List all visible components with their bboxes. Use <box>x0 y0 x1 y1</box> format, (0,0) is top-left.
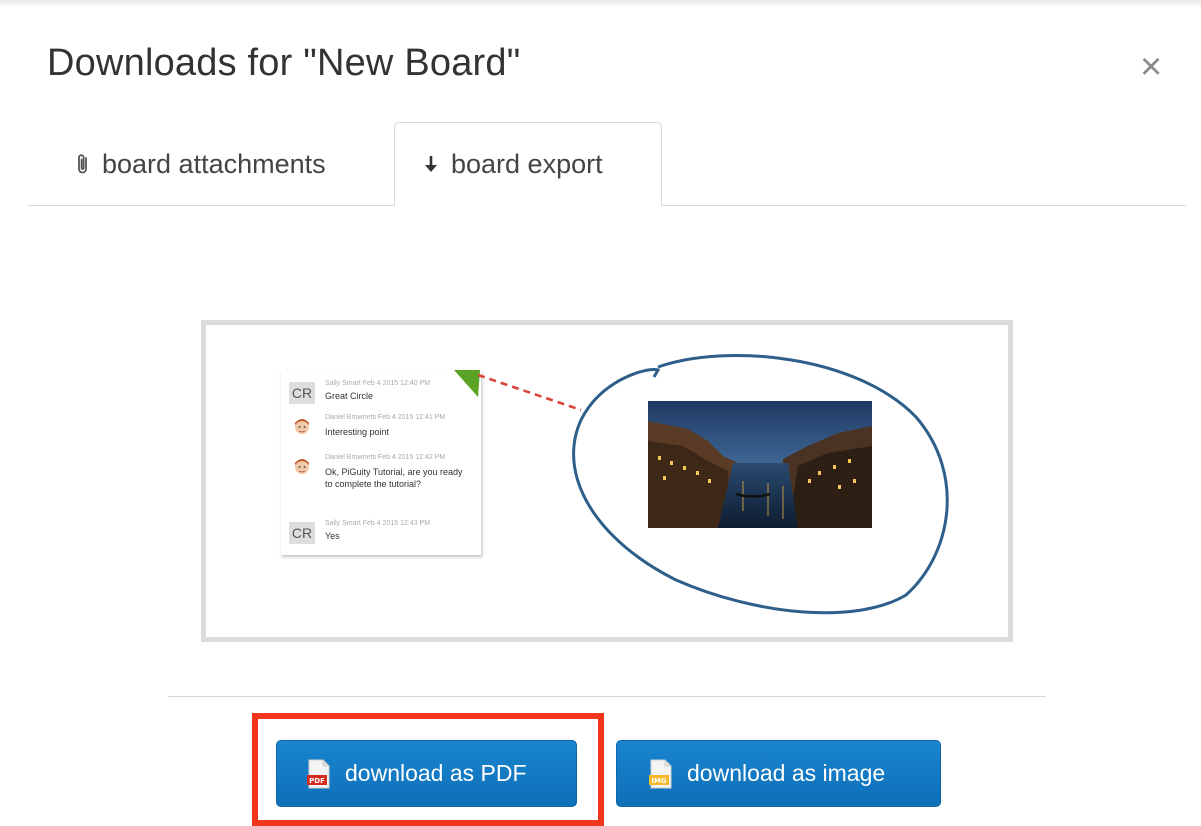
close-icon[interactable]: × <box>1140 48 1162 86</box>
section-divider <box>168 696 1046 697</box>
download-image-button[interactable]: IMG download as image <box>616 740 941 807</box>
tab-board-export[interactable]: board export <box>394 122 662 206</box>
tab-label: board attachments <box>102 148 326 179</box>
tab-label: board export <box>451 148 603 179</box>
window-top-edge <box>0 0 1201 8</box>
button-label: download as image <box>687 760 886 786</box>
dashed-connector <box>477 373 582 412</box>
annotation-highlight-box <box>252 713 604 826</box>
venice-photo <box>648 401 872 528</box>
tab-board-attachments[interactable]: board attachments <box>38 122 393 206</box>
dialog-title: Downloads for "New Board" <box>47 42 521 84</box>
arrow-down-icon <box>423 154 439 174</box>
board-preview: CR Sally Smart Feb 4 2015 12:40 PM Great… <box>201 320 1013 642</box>
pin-marker <box>454 370 480 397</box>
image-file-icon: IMG <box>649 759 672 788</box>
paperclip-icon <box>76 153 90 175</box>
board-drawing <box>454 354 949 615</box>
tab-bar: board attachments board export <box>28 122 1186 206</box>
svg-text:IMG: IMG <box>651 777 667 785</box>
